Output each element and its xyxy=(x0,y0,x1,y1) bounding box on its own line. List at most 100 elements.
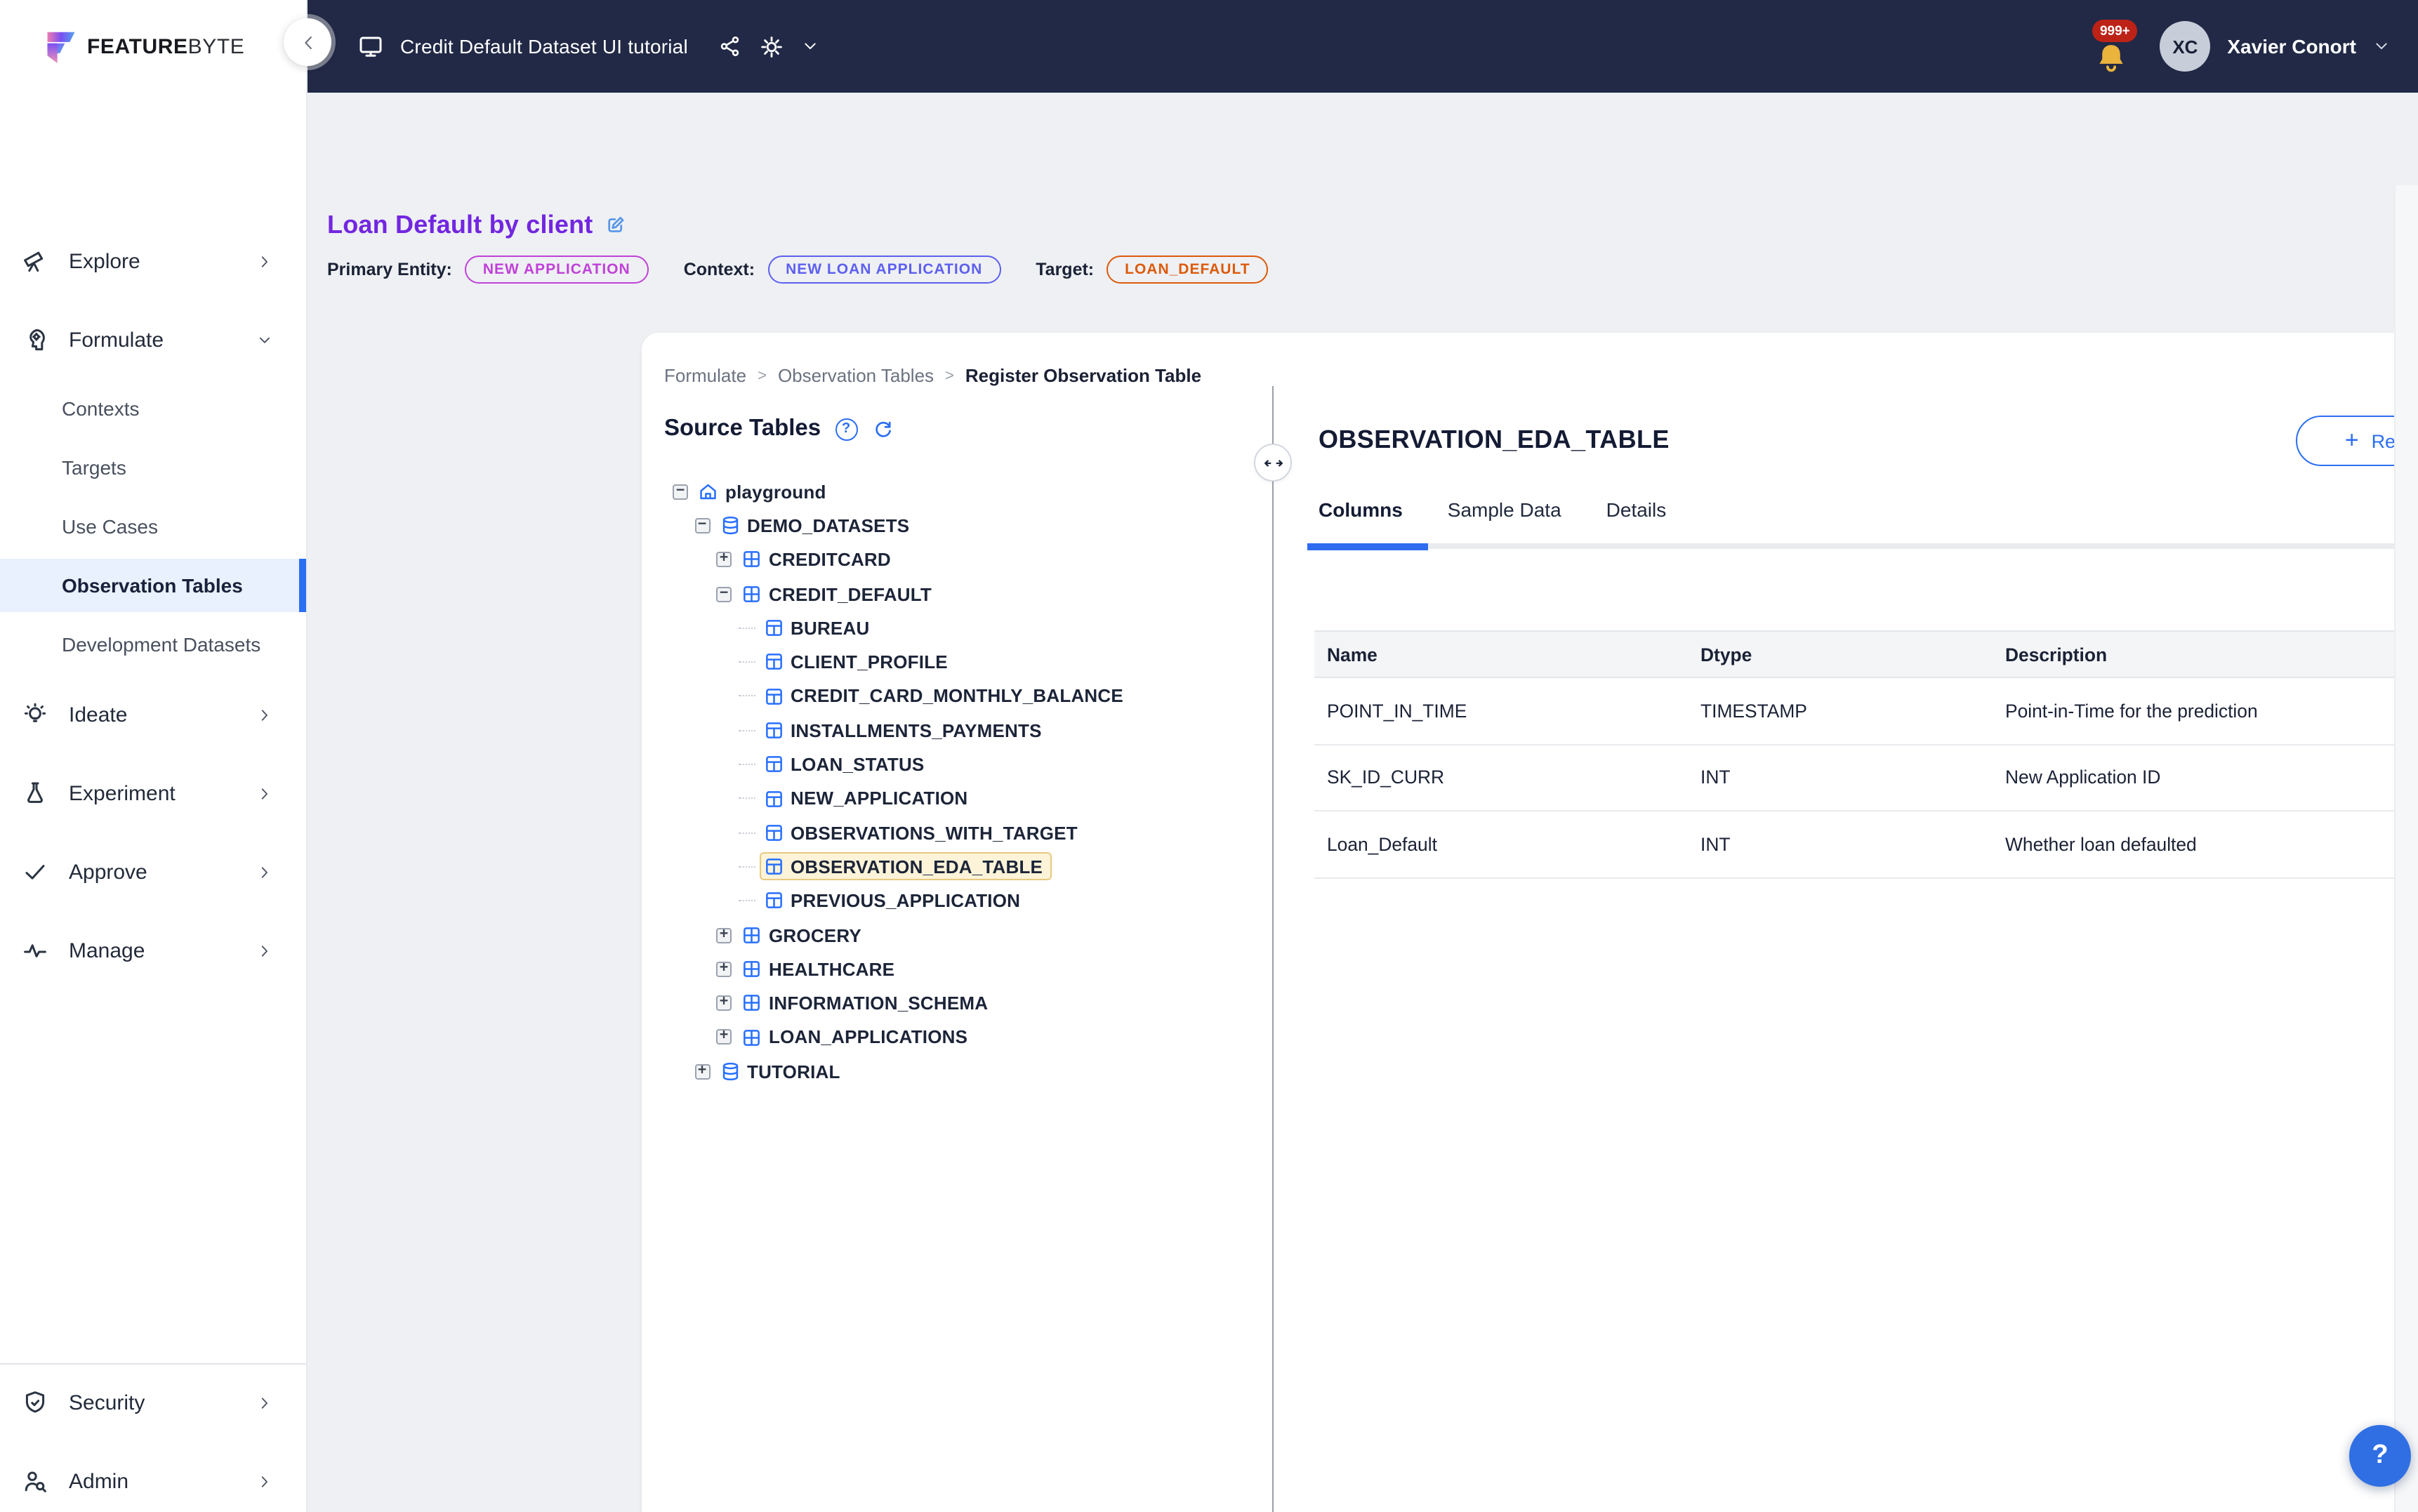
tree-node-demo-datasets[interactable]: − DEMO_DATASETS xyxy=(664,509,1254,543)
tree-node-label: TUTORIAL xyxy=(747,1061,840,1082)
refresh-icon[interactable] xyxy=(871,418,894,440)
breadcrumb-item-formulate[interactable]: Formulate xyxy=(664,365,746,386)
tree-node-content: INFORMATION_SCHEMA xyxy=(737,989,996,1017)
table-cell: TIMESTAMP xyxy=(1700,701,2005,722)
sidebar-subitem-contexts[interactable]: Contexts xyxy=(0,382,306,435)
table-cell: POINT_IN_TIME xyxy=(1314,701,1700,722)
tree-expander-minus[interactable]: − xyxy=(716,586,732,602)
tree-node-loan-applications[interactable]: +LOAN_APPLICATIONS xyxy=(664,1021,1254,1055)
share-icon[interactable] xyxy=(719,35,741,58)
sidebar-subitem-targets[interactable]: Targets xyxy=(0,441,306,494)
meta-badge-loan-default: LOAN_DEFAULT xyxy=(1106,256,1268,284)
tree-expander-plus[interactable]: + xyxy=(716,962,732,977)
tree-node-content: NEW_APPLICATION xyxy=(759,785,976,813)
sidebar-item-label: Ideate xyxy=(69,703,257,727)
sidebar-item-label: Explore xyxy=(69,249,257,273)
tree-node-installments-payments[interactable]: INSTALLMENTS_PAYMENTS xyxy=(664,713,1254,748)
tree-node-healthcare[interactable]: +HEALTHCARE xyxy=(664,952,1254,986)
avatar[interactable]: XC xyxy=(2160,21,2210,72)
detail-tabs: Columns Sample Data Details xyxy=(1319,498,1666,521)
tree-node-information-schema[interactable]: + INFORMATION_SCHEMA xyxy=(664,986,1254,1021)
notification-count-badge: 999+ xyxy=(2092,20,2137,42)
tree-node-content: PREVIOUS_APPLICATION xyxy=(759,887,1029,915)
sidebar-item-security[interactable]: Security xyxy=(0,1386,306,1419)
columns-table-header: NameDtypeDescription xyxy=(1314,630,2418,678)
tree-node-grocery[interactable]: +GROCERY xyxy=(664,918,1254,953)
chevron-right-icon xyxy=(257,253,272,269)
tree-node-new-application[interactable]: NEW_APPLICATION xyxy=(664,781,1254,816)
user-name: Xavier Conort xyxy=(2227,35,2356,58)
table-icon xyxy=(763,618,784,638)
sidebar-subitem-development-datasets[interactable]: Development Datasets xyxy=(0,618,306,671)
sidebar: FEATUREBYTE Explore Formulate ContextsTa… xyxy=(0,0,308,1512)
database-icon xyxy=(720,1061,740,1082)
notifications-button[interactable]: 999+ xyxy=(2084,15,2143,77)
tree-connector xyxy=(738,764,755,765)
table-row[interactable]: POINT_IN_TIMETIMESTAMPPoint-in-Time for … xyxy=(1314,678,2418,745)
sidebar-subitem-label: Development Datasets xyxy=(62,633,260,656)
tab-sample-data[interactable]: Sample Data xyxy=(1448,498,1561,521)
table-icon xyxy=(763,686,784,706)
sidebar-item-manage[interactable]: Manage xyxy=(0,934,306,967)
tree-expander-plus[interactable]: + xyxy=(694,1063,710,1079)
tree-expander-plus[interactable]: + xyxy=(716,995,732,1011)
sidebar-item-formulate[interactable]: Formulate xyxy=(0,323,306,357)
tree-node-observation-eda-table[interactable]: OBSERVATION_EDA_TABLE xyxy=(664,850,1254,884)
sidebar-item-approve[interactable]: Approve xyxy=(0,855,306,889)
edit-pencil-icon[interactable] xyxy=(605,214,628,237)
tree-node-content: LOAN_STATUS xyxy=(759,750,932,778)
meta-label-context-: Context: xyxy=(684,260,755,279)
chevron-right-icon xyxy=(257,1395,272,1410)
tree-node-label: playground xyxy=(725,481,826,502)
help-question-icon[interactable]: ? xyxy=(835,418,857,440)
tree-expander-plus[interactable]: + xyxy=(716,1030,732,1045)
tree-expander-plus[interactable]: + xyxy=(716,552,732,567)
database-icon xyxy=(720,515,740,536)
sidebar-item-admin[interactable]: Admin xyxy=(0,1464,306,1498)
tree-node-label: DEMO_DATASETS xyxy=(747,515,909,536)
sidebar-item-label: Manage xyxy=(69,939,257,962)
tree-node-label: INSTALLMENTS_PAYMENTS xyxy=(791,719,1042,741)
tree-node-credit-default[interactable]: −CREDIT_DEFAULT xyxy=(664,577,1254,611)
table-row[interactable]: Loan_DefaultINTWhether loan defaulted xyxy=(1314,811,2418,878)
tree-node-client-profile[interactable]: CLIENT_PROFILE xyxy=(664,645,1254,679)
sidebar-item-experiment[interactable]: Experiment xyxy=(0,776,306,810)
table-row[interactable]: SK_ID_CURRINTNew Application ID xyxy=(1314,745,2418,811)
table-cell: SK_ID_CURR xyxy=(1314,767,1700,788)
tree-node-loan-status[interactable]: LOAN_STATUS xyxy=(664,748,1254,782)
sidebar-nav-footer: Security Admin xyxy=(0,1365,306,1498)
tab-details[interactable]: Details xyxy=(1606,498,1667,521)
tree-node-label: OBSERVATIONS_WITH_TARGET xyxy=(791,822,1078,843)
tree-connector xyxy=(738,696,755,697)
breadcrumb-item-observation-tables[interactable]: Observation Tables xyxy=(778,365,934,386)
collapse-sidebar-button[interactable] xyxy=(284,18,331,66)
tree-connector xyxy=(738,798,755,800)
tree-node-bureau[interactable]: BUREAU xyxy=(664,611,1254,645)
sidebar-subitem-observation-tables[interactable]: Observation Tables xyxy=(0,559,306,612)
tree-node-observations-with-target[interactable]: OBSERVATIONS_WITH_TARGET xyxy=(664,816,1254,850)
tree-expander-minus[interactable]: − xyxy=(694,518,710,533)
tree-node-label: PREVIOUS_APPLICATION xyxy=(791,890,1020,911)
settings-gear-icon[interactable] xyxy=(760,34,784,58)
tree-node-playground[interactable]: − playground xyxy=(664,475,1254,509)
pane-resize-handle[interactable] xyxy=(1254,444,1292,482)
tree-node-credit-card-monthly-balance[interactable]: CREDIT_CARD_MONTHLY_BALANCE xyxy=(664,679,1254,714)
tree-node-label: BUREAU xyxy=(791,618,869,639)
sidebar-item-label: Experiment xyxy=(69,781,257,805)
sidebar-item-explore[interactable]: Explore xyxy=(0,244,306,278)
tree-node-tutorial[interactable]: + TUTORIAL xyxy=(664,1054,1254,1089)
tree-node-previous-application[interactable]: PREVIOUS_APPLICATION xyxy=(664,884,1254,918)
scrollbar-track[interactable] xyxy=(2394,185,2418,1512)
help-fab-button[interactable]: ? xyxy=(2349,1425,2411,1487)
chevron-right-icon xyxy=(257,943,272,958)
tree-expander-plus[interactable]: + xyxy=(716,927,732,943)
tree-expander-minus[interactable]: − xyxy=(673,484,688,499)
tree-node-creditcard[interactable]: +CREDITCARD xyxy=(664,543,1254,577)
user-menu-chevron-down-icon[interactable] xyxy=(2373,38,2390,55)
sidebar-item-ideate[interactable]: Ideate xyxy=(0,698,306,731)
sidebar-subitem-use-cases[interactable]: Use Cases xyxy=(0,500,306,553)
workspace-chevron-down-icon[interactable] xyxy=(802,38,819,55)
tab-columns[interactable]: Columns xyxy=(1319,498,1403,521)
table-detail-title: OBSERVATION_EDA_TABLE xyxy=(1319,425,1670,455)
meta-label-target-: Target: xyxy=(1036,260,1094,279)
